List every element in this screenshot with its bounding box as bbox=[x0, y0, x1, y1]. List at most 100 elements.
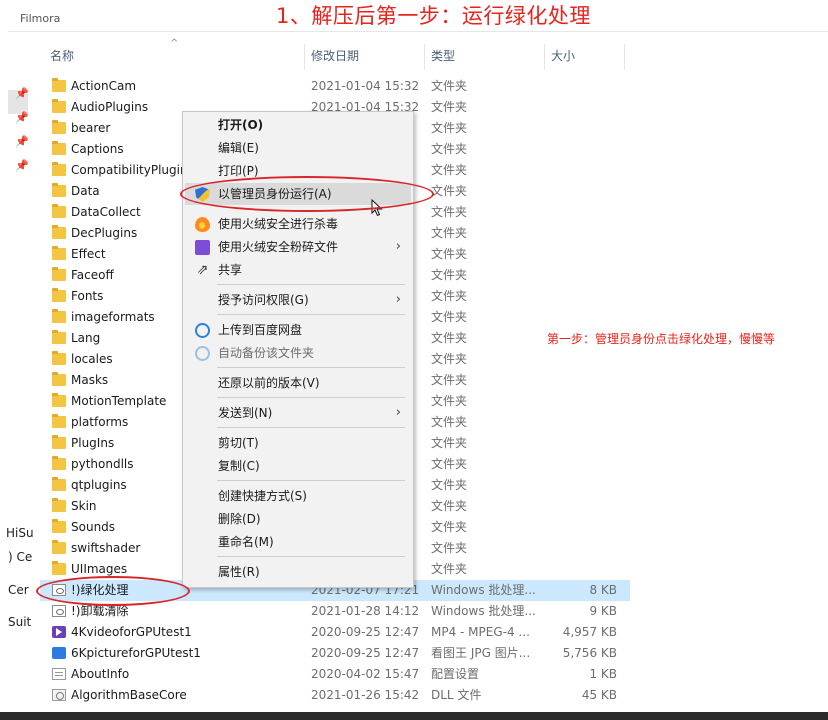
menu-edit[interactable]: 编辑(E) bbox=[185, 137, 411, 159]
menu-properties[interactable]: 属性(R) bbox=[185, 561, 411, 583]
file-type: MP4 - MPEG-4 ... bbox=[431, 625, 530, 639]
folder-icon bbox=[52, 519, 66, 533]
file-name: qtplugins bbox=[71, 478, 127, 492]
file-name: pythondlls bbox=[71, 457, 134, 471]
chevron-right-icon: › bbox=[395, 239, 401, 254]
menu-label: 上传到百度网盘 bbox=[218, 323, 303, 337]
file-name: Skin bbox=[71, 499, 97, 513]
file-type: 文件夹 bbox=[431, 415, 468, 429]
file-name: 4KvideoforGPUtest1 bbox=[71, 625, 192, 639]
file-size: 4,957 KB bbox=[562, 625, 617, 639]
column-header-name[interactable]: 名称 bbox=[44, 44, 302, 68]
ini-icon bbox=[52, 668, 66, 680]
file-name: ActionCam bbox=[71, 79, 137, 93]
pin-icon[interactable]: 📌 bbox=[15, 160, 29, 172]
file-name: AudioPlugins bbox=[71, 100, 149, 114]
file-size: 8 KB bbox=[589, 583, 617, 597]
file-type: 文件夹 bbox=[431, 331, 468, 345]
pin-icon[interactable]: 📌 bbox=[15, 136, 29, 148]
file-name: DataCollect bbox=[71, 205, 141, 219]
file-size: 5,756 KB bbox=[562, 646, 617, 660]
menu-restore-versions[interactable]: 还原以前的版本(V) bbox=[185, 372, 411, 394]
file-type: Windows 批处理... bbox=[431, 604, 536, 618]
menu-cut[interactable]: 剪切(T) bbox=[185, 432, 411, 454]
menu-label: 使用火绒安全进行杀毒 bbox=[218, 217, 339, 231]
file-type: 文件夹 bbox=[431, 457, 468, 471]
menu-send-to[interactable]: 发送到(N) › bbox=[185, 402, 411, 424]
nav-item[interactable]: Cer bbox=[8, 583, 29, 597]
divider bbox=[8, 31, 828, 32]
menu-label: 共享 bbox=[218, 263, 243, 277]
file-type: 文件夹 bbox=[431, 226, 468, 240]
menu-separator bbox=[217, 427, 405, 428]
menu-open[interactable]: 打开(O) bbox=[185, 114, 411, 136]
menu-separator bbox=[217, 314, 405, 315]
file-name: Fonts bbox=[71, 289, 104, 303]
menu-delete[interactable]: 删除(D) bbox=[185, 508, 411, 530]
share-icon: ⇗ bbox=[196, 262, 209, 278]
menu-copy[interactable]: 复制(C) bbox=[185, 455, 411, 477]
folder-icon bbox=[52, 477, 66, 491]
file-type: 文件夹 bbox=[431, 184, 468, 198]
folder-icon bbox=[52, 204, 66, 218]
nav-item[interactable]: ) Ce bbox=[8, 550, 32, 564]
file-size: 9 KB bbox=[589, 604, 617, 618]
file-name: Data bbox=[71, 184, 100, 198]
menu-label: 使用火绒安全粉碎文件 bbox=[218, 240, 339, 254]
file-row[interactable]: ActionCam 2021-01-04 15:32 文件夹 bbox=[40, 76, 630, 97]
file-type: 文件夹 bbox=[431, 373, 468, 387]
nav-item[interactable]: HiSu bbox=[6, 526, 34, 540]
file-name: CompatibilityPlugin bbox=[71, 163, 188, 177]
menu-separator bbox=[217, 480, 405, 481]
file-type: 看图王 JPG 图片... bbox=[431, 646, 531, 660]
file-date: 2021-01-04 15:32 bbox=[311, 79, 420, 93]
column-header-type[interactable]: 类型 bbox=[425, 44, 543, 68]
pin-icon[interactable]: 📌 bbox=[15, 88, 29, 100]
menu-create-shortcut[interactable]: 创建快捷方式(S) bbox=[185, 485, 411, 507]
window-title: Filmora bbox=[20, 14, 61, 25]
file-row[interactable]: 4KvideoforGPUtest1 2020-09-25 12:47 MP4 - … bbox=[40, 622, 630, 643]
file-type: 文件夹 bbox=[431, 268, 468, 282]
column-header-size[interactable]: 大小 bbox=[545, 44, 623, 68]
pin-icon[interactable]: 📌 bbox=[15, 112, 29, 124]
file-date: 2021-01-26 15:42 bbox=[311, 688, 420, 702]
column-header-date[interactable]: 修改日期 bbox=[305, 44, 423, 68]
file-type: 配置设置 bbox=[431, 667, 480, 681]
file-type: 文件夹 bbox=[431, 121, 468, 135]
file-name: AlgorithmBaseCore bbox=[71, 688, 187, 702]
menu-rename[interactable]: 重命名(M) bbox=[185, 531, 411, 553]
menu-label: 授予访问权限(G) bbox=[218, 293, 309, 307]
folder-icon bbox=[52, 540, 66, 554]
folder-icon bbox=[52, 141, 66, 155]
file-type: 文件夹 bbox=[431, 289, 468, 303]
annotation-note: 第一步：管理员身份点击绿化处理，慢慢等 bbox=[547, 332, 776, 346]
file-name: AboutInfo bbox=[71, 667, 130, 681]
file-name: locales bbox=[71, 352, 113, 366]
mp4-icon bbox=[52, 626, 66, 638]
file-type: 文件夹 bbox=[431, 310, 468, 324]
file-type: 文件夹 bbox=[431, 478, 468, 492]
menu-grant-access[interactable]: 授予访问权限(G) › bbox=[185, 289, 411, 311]
baidu-cloud-icon bbox=[195, 323, 210, 338]
dll-icon bbox=[52, 689, 66, 701]
file-type: 文件夹 bbox=[431, 79, 468, 93]
column-separator[interactable] bbox=[624, 44, 625, 70]
file-row[interactable]: 6KpictureforGPUtest1 2020-09-25 12:47 看图王 … bbox=[40, 643, 630, 664]
folder-icon bbox=[52, 78, 66, 92]
folder-icon bbox=[52, 414, 66, 428]
nav-item[interactable]: Suit bbox=[8, 615, 31, 629]
menu-huorong-shred[interactable]: 使用火绒安全粉碎文件 › bbox=[185, 236, 411, 258]
file-row[interactable]: AlgorithmBaseCore 2021-01-26 15:42 DLL 文件 4… bbox=[40, 685, 630, 706]
menu-auto-backup[interactable]: 自动备份该文件夹 bbox=[185, 342, 411, 364]
file-name: platforms bbox=[71, 415, 129, 429]
annotation-circle bbox=[36, 576, 190, 606]
file-name: bearer bbox=[71, 121, 111, 135]
menu-upload-baidu[interactable]: 上传到百度网盘 bbox=[185, 319, 411, 341]
file-name: Lang bbox=[71, 331, 101, 345]
file-row[interactable]: AboutInfo 2020-04-02 15:47 配置设置 1 KB bbox=[40, 664, 630, 685]
menu-share[interactable]: ⇗ 共享 bbox=[185, 259, 411, 281]
folder-icon bbox=[52, 120, 66, 134]
file-type: DLL 文件 bbox=[431, 688, 482, 702]
folder-icon bbox=[52, 393, 66, 407]
file-size: 1 KB bbox=[589, 667, 617, 681]
